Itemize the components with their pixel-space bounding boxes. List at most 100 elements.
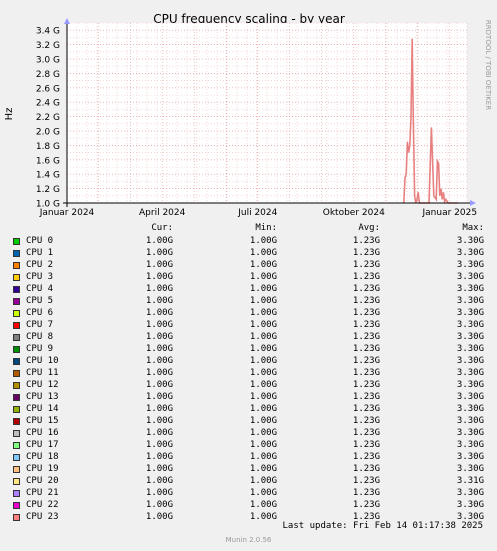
legend-value-max: 3.31G [456,476,484,486]
legend-header-min: Min: [255,223,277,233]
chart-area: CPU frequency scaling - by year Hz RRDTO… [4,12,492,218]
y-tick-label: 3.4 G [36,27,60,37]
legend-value-max: 3.30G [456,452,484,462]
legend-value-cur: 1.00G [145,368,173,378]
legend-value-cur: 1.00G [145,452,173,462]
y-tick-label: 1.2 G [36,185,60,195]
legend-swatch [13,334,20,341]
y-tick-label: 1.6 G [36,156,60,166]
legend-series-name: CPU 19 [26,464,59,474]
legend-row: CPU 1 1.00G 1.00G 1.23G 3.30G [0,247,497,259]
legend-series-name: CPU 4 [26,284,54,294]
legend-value-avg: 1.23G [352,356,380,366]
legend-row: CPU 17 1.00G 1.00G 1.23G 3.30G [0,439,497,451]
legend-value-max: 3.30G [456,272,484,282]
legend-value-min: 1.00G [249,428,277,438]
grid [66,22,468,204]
legend-value-avg: 1.23G [352,368,380,378]
legend-value-min: 1.00G [249,272,277,282]
y-tick-label: 1.8 G [36,142,60,152]
legend-series-name: CPU 21 [26,488,59,498]
legend-value-min: 1.00G [249,320,277,330]
legend-swatch [13,406,20,413]
legend-row: CPU 8 1.00G 1.00G 1.23G 3.30G [0,331,497,343]
legend-swatch [13,370,20,377]
legend-value-max: 3.30G [456,464,484,474]
x-axis-arrow [470,200,476,206]
legend-row: CPU 14 1.00G 1.00G 1.23G 3.30G [0,403,497,415]
legend-row: CPU 4 1.00G 1.00G 1.23G 3.30G [0,283,497,295]
legend-swatch [13,430,20,437]
legend-value-min: 1.00G [249,512,277,522]
legend-value-cur: 1.00G [145,440,173,450]
legend-value-avg: 1.23G [352,416,380,426]
legend-value-max: 3.30G [456,320,484,330]
legend-row: CPU 7 1.00G 1.00G 1.23G 3.30G [0,319,497,331]
legend-value-max: 3.30G [456,440,484,450]
legend-value-min: 1.00G [249,440,277,450]
legend-swatch [13,442,20,449]
legend-row: CPU 15 1.00G 1.00G 1.23G 3.30G [0,415,497,427]
legend-value-cur: 1.00G [145,308,173,318]
legend-swatch [13,514,20,521]
legend-value-cur: 1.00G [145,380,173,390]
legend-value-avg: 1.23G [352,404,380,414]
legend-value-min: 1.00G [249,500,277,510]
legend-series-name: CPU 8 [26,332,54,342]
legend-swatch [13,298,20,305]
legend-value-avg: 1.23G [352,272,380,282]
legend-header-avg: Avg: [358,223,380,233]
legend-value-min: 1.00G [249,284,277,294]
y-tick-label: 2.6 G [36,84,60,94]
legend-row: CPU 16 1.00G 1.00G 1.23G 3.30G [0,427,497,439]
legend-row: CPU 5 1.00G 1.00G 1.23G 3.30G [0,295,497,307]
legend-value-max: 3.30G [456,332,484,342]
legend-value-min: 1.00G [249,464,277,474]
legend-value-cur: 1.00G [145,320,173,330]
y-axis-label: Hz [4,108,15,121]
legend-value-min: 1.00G [249,488,277,498]
legend-value-min: 1.00G [249,356,277,366]
legend-value-avg: 1.23G [352,452,380,462]
legend-value-max: 3.30G [456,488,484,498]
legend-value-max: 3.30G [456,500,484,510]
legend-row: CPU 13 1.00G 1.00G 1.23G 3.30G [0,391,497,403]
legend-value-cur: 1.00G [145,416,173,426]
legend-swatch [13,250,20,257]
legend-row: CPU 9 1.00G 1.00G 1.23G 3.30G [0,343,497,355]
y-tick-label: 2.4 G [36,99,60,109]
legend-swatch [13,490,20,497]
legend-series-name: CPU 11 [26,368,59,378]
legend-row: CPU 2 1.00G 1.00G 1.23G 3.30G [0,259,497,271]
x-tick-label: April 2024 [139,208,186,218]
legend-series-name: CPU 18 [26,452,59,462]
munin-version: Munin 2.0.56 [225,536,272,544]
legend-series-name: CPU 10 [26,356,59,366]
legend-swatch [13,394,20,401]
legend-series-name: CPU 2 [26,260,54,270]
legend-value-min: 1.00G [249,416,277,426]
legend-value-avg: 1.23G [352,488,380,498]
legend-row: CPU 3 1.00G 1.00G 1.23G 3.30G [0,271,497,283]
legend-series-name: CPU 13 [26,392,59,402]
legend-value-avg: 1.23G [352,236,380,246]
y-tick-label: 1.4 G [36,171,60,181]
legend-value-min: 1.00G [249,308,277,318]
legend-value-cur: 1.00G [145,428,173,438]
legend-value-avg: 1.23G [352,260,380,270]
legend-series-name: CPU 17 [26,440,59,450]
legend-value-avg: 1.23G [352,284,380,294]
legend-series-name: CPU 12 [26,380,59,390]
legend-value-avg: 1.23G [352,344,380,354]
x-tick-label: Juli 2024 [237,208,277,218]
legend-row: CPU 12 1.00G 1.00G 1.23G 3.30G [0,379,497,391]
legend-row: CPU 10 1.00G 1.00G 1.23G 3.30G [0,355,497,367]
legend-swatch [13,418,20,425]
legend-value-max: 3.30G [456,392,484,402]
legend-value-max: 3.30G [456,380,484,390]
legend-swatch [13,274,20,281]
legend-value-min: 1.00G [249,296,277,306]
legend-value-avg: 1.23G [352,308,380,318]
legend-value-avg: 1.23G [352,380,380,390]
legend-value-cur: 1.00G [145,488,173,498]
